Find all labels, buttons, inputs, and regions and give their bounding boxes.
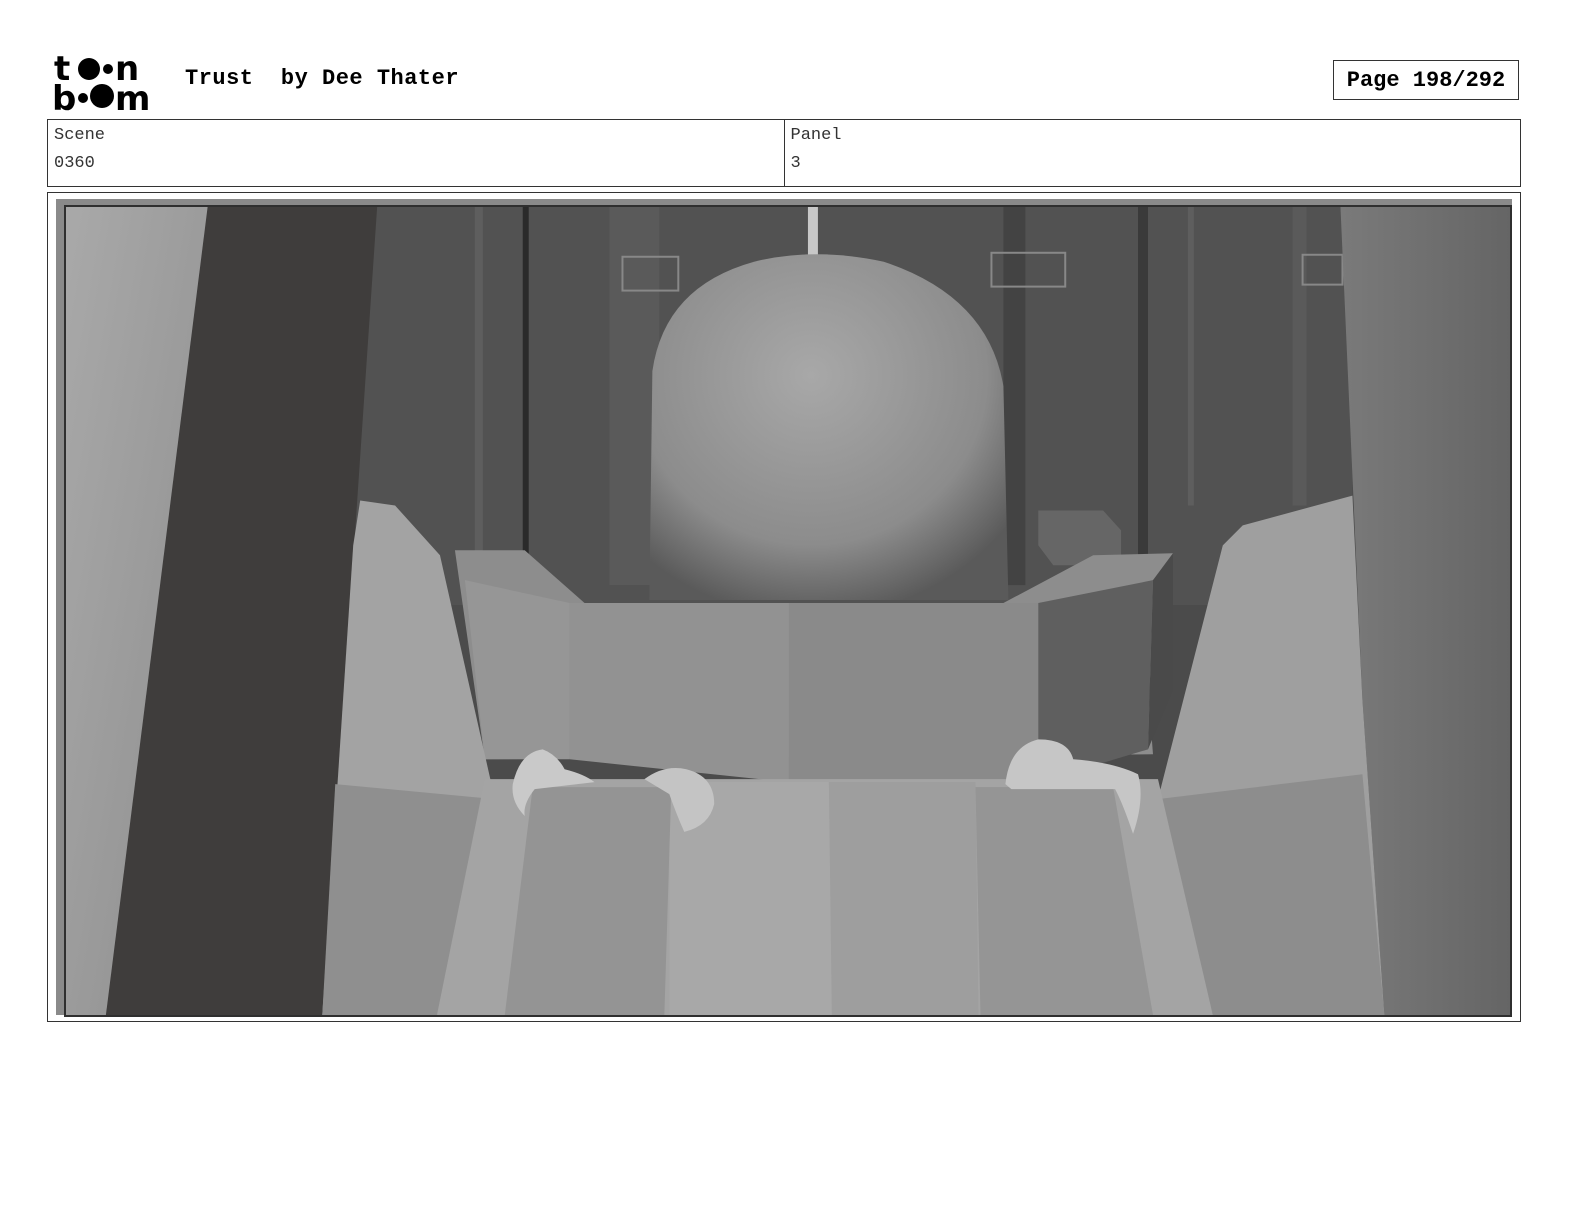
panel-label: Panel — [790, 126, 842, 145]
scene-panel-table: Scene 0360 Panel 3 — [47, 119, 1521, 187]
panel-cell: Panel 3 — [783, 120, 1521, 186]
storyboard-panel — [47, 192, 1521, 1022]
panel-image — [64, 205, 1512, 1017]
scene-illustration — [66, 207, 1510, 1015]
svg-text:m: m — [115, 79, 150, 112]
scene-label: Scene — [54, 126, 106, 145]
panel-frame — [56, 199, 1512, 1017]
document-title: Trust by Dee Thater — [185, 66, 460, 91]
page-number: Page 198/292 — [1333, 60, 1519, 100]
scene-value: 0360 — [54, 154, 95, 173]
panel-value: 3 — [790, 154, 801, 173]
toon-boom-logo: t n b m — [52, 49, 164, 119]
scene-cell: Scene 0360 — [48, 120, 784, 186]
svg-text:b: b — [52, 79, 76, 112]
